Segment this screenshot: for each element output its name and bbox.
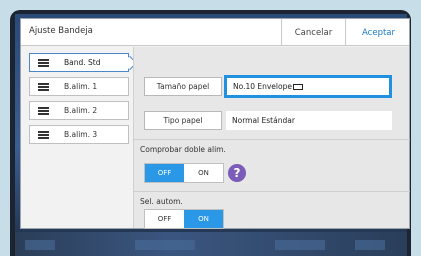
tray-item-balim-3[interactable]: B.alim. 3 [29,125,129,144]
double-feed-toggle[interactable]: OFF ON [144,163,224,183]
auto-select-off-option[interactable]: OFF [145,210,184,228]
paper-type-value: Normal Estándar [232,116,295,125]
dialog-title: Ajuste Bandeja [29,26,93,36]
paper-size-button[interactable]: Tamaño papel [144,77,222,96]
tray-settings-panel: Tamaño papel No.10 Envelope Tipo papel N… [133,47,410,229]
background-block [25,240,55,250]
divider [134,139,410,140]
background-block [135,240,195,250]
tray-item-balim-2[interactable]: B.alim. 2 [29,101,129,120]
tray-label: B.alim. 2 [64,106,98,115]
tray-label: B.alim. 3 [64,130,98,139]
accept-button[interactable]: Aceptar [345,19,411,46]
background-taskbar [15,232,407,256]
double-feed-off-option[interactable]: OFF [145,164,184,182]
cancel-button[interactable]: Cancelar [281,19,345,46]
double-feed-on-option[interactable]: ON [184,164,223,182]
tray-item-balim-1[interactable]: B.alim. 1 [29,77,129,96]
double-feed-label: Comprobar doble alim. [140,145,226,154]
tray-label: Band. Std [64,58,101,67]
tray-list: Band. Std B.alim. 1 B.alim. 2 B.alim. 3 [29,53,138,149]
tray-icon [38,83,49,91]
help-icon[interactable]: ? [228,164,246,182]
background-block [275,240,325,250]
tray-icon [38,107,49,115]
auto-select-toggle[interactable]: OFF ON [144,209,224,229]
envelope-icon [292,83,303,90]
divider [134,191,410,192]
auto-select-label: Sel. autom. [140,197,183,206]
paper-type-button[interactable]: Tipo papel [144,111,222,130]
background-block [355,240,385,250]
tray-icon [38,131,49,139]
paper-size-value: No.10 Envelope [233,82,292,91]
paper-size-field[interactable]: No.10 Envelope [224,75,392,98]
dialog-titlebar: Ajuste Bandeja Cancelar Aceptar [21,19,409,46]
auto-select-on-option[interactable]: ON [184,210,223,228]
tray-icon [38,59,49,67]
paper-type-field[interactable]: Normal Estándar [226,111,392,130]
tray-settings-dialog: Ajuste Bandeja Cancelar Aceptar Band. St… [20,18,410,229]
tray-item-band-std[interactable]: Band. Std [29,53,138,72]
tray-label: B.alim. 1 [64,82,98,91]
